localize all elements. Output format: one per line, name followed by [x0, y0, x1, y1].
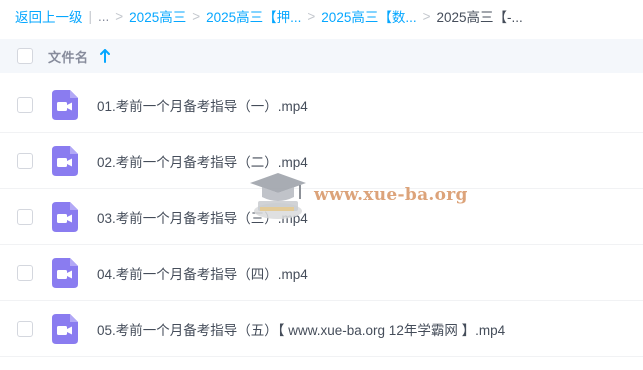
file-name[interactable]: 05.考前一个月备考指导（五）【 www.xue-ba.org 12年学霸网 】… [97, 319, 505, 339]
breadcrumb-item-2[interactable]: 2025高三【押... [206, 6, 301, 26]
file-name[interactable]: 03.考前一个月备考指导（三）.mp4 [97, 207, 308, 227]
row-checkbox[interactable] [17, 265, 33, 281]
file-row[interactable]: 05.考前一个月备考指导（五）【 www.xue-ba.org 12年学霸网 】… [0, 301, 643, 357]
file-name[interactable]: 02.考前一个月备考指导（二）.mp4 [97, 151, 308, 171]
video-icon [52, 146, 78, 176]
arrow-up-icon[interactable] [99, 48, 111, 64]
breadcrumb-ellipsis[interactable]: ... [98, 9, 109, 24]
row-checkbox[interactable] [17, 321, 33, 337]
video-icon [52, 258, 78, 288]
video-icon [52, 314, 78, 344]
row-checkbox[interactable] [17, 153, 33, 169]
row-checkbox[interactable] [17, 97, 33, 113]
breadcrumb-item-3[interactable]: 2025高三【数... [321, 6, 416, 26]
file-name[interactable]: 01.考前一个月备考指导（一）.mp4 [97, 95, 308, 115]
breadcrumb-item-1[interactable]: 2025高三 [129, 6, 186, 26]
select-all-checkbox[interactable] [17, 48, 33, 64]
breadcrumb-separator: > [422, 8, 431, 24]
breadcrumb-divider: | [88, 8, 93, 24]
file-name[interactable]: 04.考前一个月备考指导（四）.mp4 [97, 263, 308, 283]
column-header-filename[interactable]: 文件名 [48, 47, 89, 66]
file-row[interactable]: 04.考前一个月备考指导（四）.mp4 [0, 245, 643, 301]
video-icon [52, 202, 78, 232]
file-row[interactable]: 02.考前一个月备考指导（二）.mp4 [0, 133, 643, 189]
row-checkbox[interactable] [17, 209, 33, 225]
breadcrumb-separator: > [192, 8, 201, 24]
breadcrumb-current: 2025高三【-... [436, 10, 523, 25]
file-row[interactable]: 01.考前一个月备考指导（一）.mp4 [0, 77, 643, 133]
file-row[interactable]: 03.考前一个月备考指导（三）.mp4 [0, 189, 643, 245]
breadcrumb: 返回上一级 | ... > 2025高三 > 2025高三【押... > 202… [0, 0, 643, 32]
breadcrumb-separator: > [307, 8, 316, 24]
back-link[interactable]: 返回上一级 [15, 6, 83, 26]
video-icon [52, 90, 78, 120]
breadcrumb-separator: > [115, 8, 124, 24]
file-list-header: 文件名 [0, 39, 643, 73]
